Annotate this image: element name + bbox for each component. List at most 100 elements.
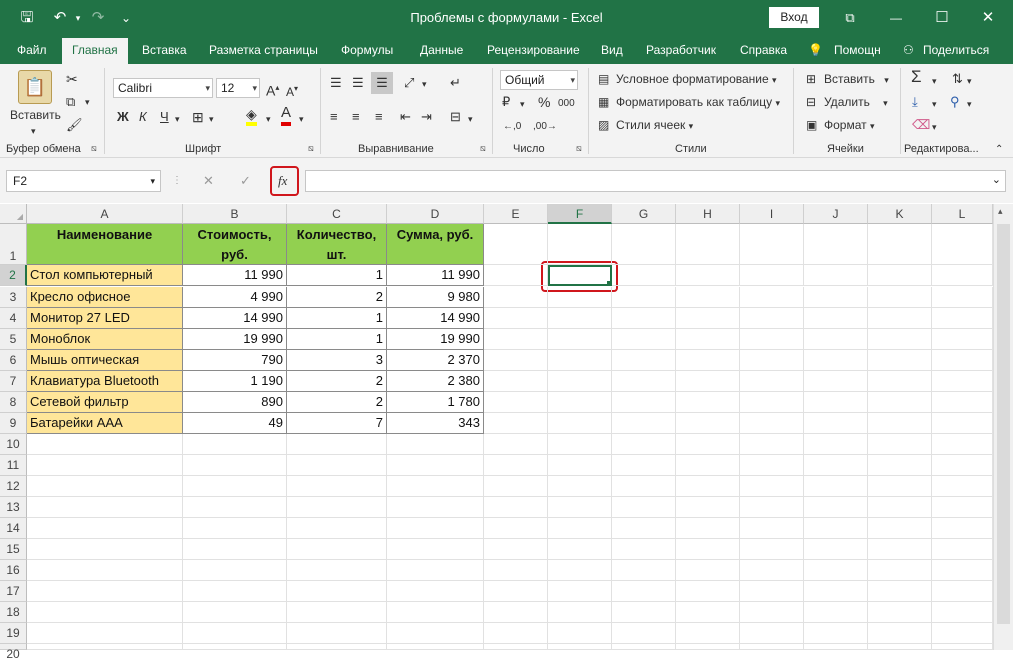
cell-g4[interactable] (612, 308, 676, 329)
cell-d18[interactable] (387, 602, 484, 623)
ribbon-display-options-icon[interactable]: ⧉ (827, 0, 873, 36)
cell-k4[interactable] (868, 308, 932, 329)
cell-k18[interactable] (868, 602, 932, 623)
cell-h6[interactable] (676, 350, 740, 371)
fill-handle[interactable] (606, 280, 610, 284)
cell-c13[interactable] (287, 497, 387, 518)
increase-decimal-icon[interactable]: ←,0 (503, 118, 521, 136)
italic-button[interactable]: К (139, 108, 147, 126)
cell-l2[interactable] (932, 265, 993, 286)
cell-c19[interactable] (287, 623, 387, 644)
cell-e4[interactable] (484, 308, 548, 329)
cell-h18[interactable] (676, 602, 740, 623)
cell-j17[interactable] (804, 581, 868, 602)
font-name-select[interactable]: Calibri ▾ (113, 78, 213, 98)
cell-a17[interactable] (27, 581, 183, 602)
cell-b4[interactable]: 14 990 (183, 308, 287, 329)
cell-f1[interactable] (548, 224, 612, 265)
column-header-e[interactable]: E (484, 204, 548, 224)
cell-b1[interactable]: Стоимость, руб. (183, 224, 287, 265)
cell-b14[interactable] (183, 518, 287, 539)
row-header-12[interactable]: 12 (0, 476, 27, 497)
cell-a1[interactable]: Наименование (27, 224, 183, 265)
cell-g14[interactable] (612, 518, 676, 539)
underline-dropdown-icon[interactable]: ▾ (175, 110, 180, 128)
row-header-3[interactable]: 3 (0, 287, 27, 308)
cell-c2[interactable]: 1 (287, 265, 387, 286)
cell-i4[interactable] (740, 308, 804, 329)
row-header-18[interactable]: 18 (0, 602, 27, 623)
wrap-text-icon[interactable]: ↵ (450, 74, 461, 92)
row-header-10[interactable]: 10 (0, 434, 27, 455)
cell-a20[interactable] (27, 644, 183, 650)
cell-b15[interactable] (183, 539, 287, 560)
cell-styles-button[interactable]: Стили ячеек ▾ (616, 116, 693, 135)
align-right-icon[interactable]: ≡ (375, 108, 383, 126)
cell-h4[interactable] (676, 308, 740, 329)
cell-b12[interactable] (183, 476, 287, 497)
cell-g1[interactable] (612, 224, 676, 265)
percent-button[interactable]: % (538, 93, 550, 111)
cell-k1[interactable] (868, 224, 932, 265)
cell-b2[interactable]: 11 990 (183, 265, 287, 286)
cell-h3[interactable] (676, 287, 740, 308)
align-bottom-icon[interactable]: ☰ (371, 72, 393, 94)
cell-d14[interactable] (387, 518, 484, 539)
cell-i8[interactable] (740, 392, 804, 413)
cell-a13[interactable] (27, 497, 183, 518)
cell-h8[interactable] (676, 392, 740, 413)
undo-icon[interactable]: ↶ (48, 0, 72, 36)
orientation-icon[interactable]: ⤢ (404, 74, 414, 92)
align-middle-icon[interactable]: ☰ (352, 74, 364, 92)
cell-a15[interactable] (27, 539, 183, 560)
cell-f11[interactable] (548, 455, 612, 476)
cell-l14[interactable] (932, 518, 993, 539)
cell-j15[interactable] (804, 539, 868, 560)
cell-e13[interactable] (484, 497, 548, 518)
lightbulb-icon[interactable]: 💡 (808, 36, 823, 64)
cell-g9[interactable] (612, 413, 676, 434)
row-header-16[interactable]: 16 (0, 560, 27, 581)
cell-a19[interactable] (27, 623, 183, 644)
cell-j12[interactable] (804, 476, 868, 497)
cell-l18[interactable] (932, 602, 993, 623)
cell-i2[interactable] (740, 265, 804, 286)
collapse-ribbon-icon[interactable]: ⌃ (995, 141, 1003, 159)
cell-k3[interactable] (868, 287, 932, 308)
maximize-button[interactable]: ☐ (919, 0, 965, 36)
cell-j1[interactable] (804, 224, 868, 265)
cell-g11[interactable] (612, 455, 676, 476)
cell-a4[interactable]: Монитор 27 LED (27, 308, 183, 329)
expand-formula-bar-icon[interactable]: ⌄ (992, 173, 1001, 186)
cell-c15[interactable] (287, 539, 387, 560)
cell-e12[interactable] (484, 476, 548, 497)
cell-b6[interactable]: 790 (183, 350, 287, 371)
cell-h7[interactable] (676, 371, 740, 392)
increase-indent-icon[interactable]: ⇥ (421, 108, 432, 126)
cell-d20[interactable] (387, 644, 484, 650)
row-header-11[interactable]: 11 (0, 455, 27, 476)
cell-f20[interactable] (548, 644, 612, 650)
cell-i1[interactable] (740, 224, 804, 265)
tab-page-layout[interactable]: Разметка страницы (209, 36, 318, 64)
find-select-icon[interactable]: ⚲ (950, 93, 960, 111)
cell-d12[interactable] (387, 476, 484, 497)
thousands-separator-button[interactable]: 000 (558, 95, 575, 113)
cell-k8[interactable] (868, 392, 932, 413)
increase-font-icon[interactable]: A▴ (266, 79, 279, 100)
cell-e5[interactable] (484, 329, 548, 350)
paste-dropdown-icon[interactable]: ▾ (31, 122, 36, 140)
cell-a16[interactable] (27, 560, 183, 581)
row-header-15[interactable]: 15 (0, 539, 27, 560)
cell-d9[interactable]: 343 (387, 413, 484, 434)
find-select-dropdown-icon[interactable]: ▾ (967, 95, 972, 113)
share-button[interactable]: Поделиться (923, 36, 989, 64)
copy-icon[interactable]: ⧉ (66, 93, 75, 111)
cell-d10[interactable] (387, 434, 484, 455)
cell-g12[interactable] (612, 476, 676, 497)
row-header-1[interactable]: 1 (0, 224, 27, 265)
column-header-a[interactable]: A (27, 204, 183, 224)
tab-developer[interactable]: Разработчик (646, 36, 716, 64)
cell-j14[interactable] (804, 518, 868, 539)
cell-h14[interactable] (676, 518, 740, 539)
